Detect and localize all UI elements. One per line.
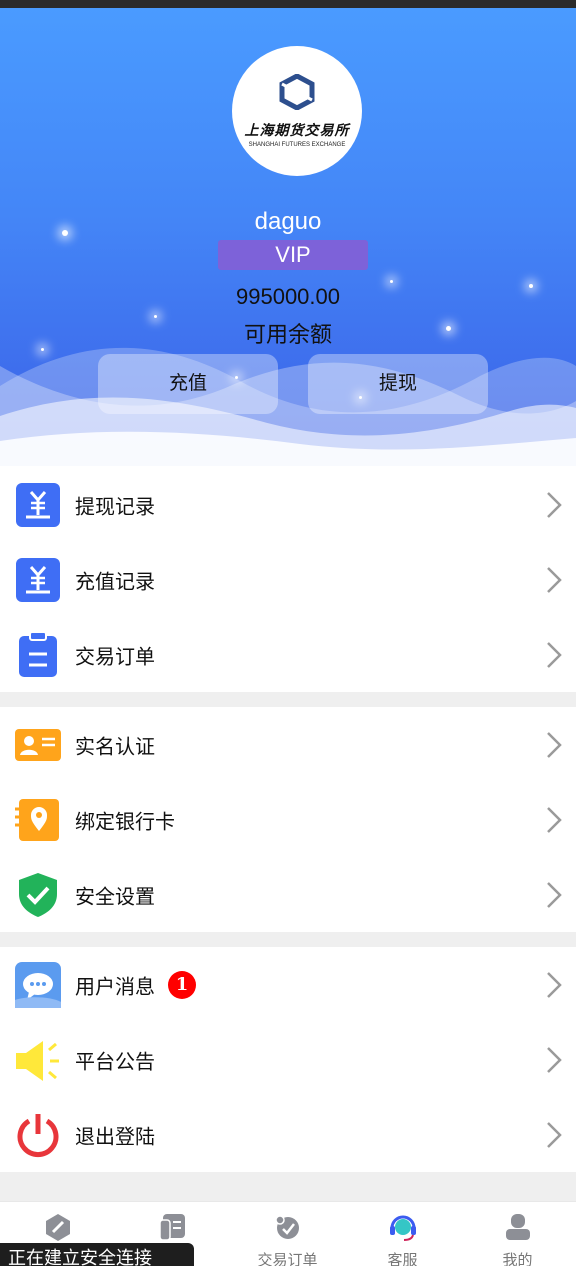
menu-item-label: 退出登陆 — [75, 1126, 155, 1148]
menu-item-security-settings[interactable]: 安全设置 — [0, 857, 576, 932]
menu-item-withdraw-records[interactable]: 提现记录 — [0, 467, 576, 542]
menu-item-real-name-verification[interactable]: 实名认证 — [0, 707, 576, 782]
clipboard-icon — [19, 631, 57, 677]
status-bar — [0, 0, 576, 8]
balance-label: 可用余额 — [243, 322, 332, 347]
chevron-right-icon — [547, 566, 562, 593]
menu-item-label: 实名认证 — [75, 736, 155, 758]
menu-item-label: 用户消息 — [75, 976, 155, 998]
unread-count-badge: 1 — [168, 970, 196, 999]
tab-customer-service[interactable]: 客服 — [345, 1202, 460, 1266]
chevron-right-icon — [547, 731, 562, 758]
id-card-icon — [15, 728, 61, 761]
location-card-icon — [15, 798, 59, 841]
menu-item-label: 提现记录 — [75, 496, 155, 518]
vip-badge: VIP — [218, 240, 368, 270]
menu-item-logout[interactable]: 退出登陆 — [0, 1097, 576, 1172]
chevron-right-icon — [547, 1121, 562, 1148]
compass-icon — [45, 1214, 70, 1241]
tab-my[interactable]: 我的 — [460, 1202, 576, 1266]
balance-amount: 995000.00 — [236, 284, 340, 309]
headset-icon — [389, 1215, 416, 1241]
menu-item-user-messages[interactable]: 用户消息 1 — [0, 947, 576, 1022]
chevron-right-icon — [547, 491, 562, 518]
chevron-right-icon — [547, 806, 562, 833]
section-divider — [0, 692, 576, 707]
recharge-button[interactable]: 充值 — [98, 354, 278, 414]
menu-item-bind-bank-card[interactable]: 绑定银行卡 — [0, 782, 576, 857]
market-icon — [158, 1214, 185, 1241]
menu-group-account: 实名认证 绑定银行卡 安全设置 — [0, 707, 576, 932]
withdraw-button[interactable]: 提现 — [308, 354, 488, 414]
connection-toast: 正在建立安全连接 — [0, 1243, 194, 1266]
menu-item-label: 平台公告 — [75, 1051, 155, 1073]
menu-item-trade-orders[interactable]: 交易订单 — [0, 617, 576, 692]
exchange-logo-icon — [279, 74, 315, 110]
menu-group-records: 提现记录 充值记录 交易订单 — [0, 467, 576, 692]
chevron-right-icon — [547, 641, 562, 668]
avatar-logo: 上海期货交易所 SHANGHAI FUTURES EXCHANGE — [232, 46, 362, 176]
section-divider — [0, 1172, 576, 1201]
chat-bubble-icon — [15, 961, 61, 1008]
yuan-doc-icon — [16, 557, 60, 602]
username: daguo — [254, 208, 322, 235]
chevron-right-icon — [547, 971, 562, 998]
logo-chinese-text: 上海期货交易所 — [244, 123, 350, 139]
menu-item-label: 交易订单 — [75, 646, 155, 668]
tab-label: 我的 — [502, 1252, 533, 1266]
sparkle — [390, 280, 393, 283]
menu-item-label: 绑定银行卡 — [75, 811, 175, 833]
yuan-doc-icon — [16, 482, 60, 527]
menu-group-misc: 用户消息 1 平台公告 退出登陆 — [0, 947, 576, 1172]
power-icon — [17, 1113, 59, 1157]
tab-trade-orders[interactable]: 交易订单 — [230, 1202, 345, 1266]
tab-label: 交易订单 — [257, 1252, 318, 1266]
chevron-right-icon — [547, 881, 562, 908]
menu-item-platform-announcements[interactable]: 平台公告 — [0, 1022, 576, 1097]
user-icon — [506, 1214, 530, 1240]
shield-check-icon — [19, 872, 57, 917]
orders-icon — [274, 1215, 299, 1239]
speaker-icon — [16, 1040, 59, 1081]
menu-item-recharge-records[interactable]: 充值记录 — [0, 542, 576, 617]
menu-item-label: 安全设置 — [75, 886, 155, 908]
chevron-right-icon — [547, 1046, 562, 1073]
tab-label: 客服 — [387, 1252, 418, 1266]
logo-english-text: SHANGHAI FUTURES EXCHANGE — [248, 142, 346, 148]
section-divider — [0, 932, 576, 947]
menu-item-label: 充值记录 — [75, 571, 155, 593]
